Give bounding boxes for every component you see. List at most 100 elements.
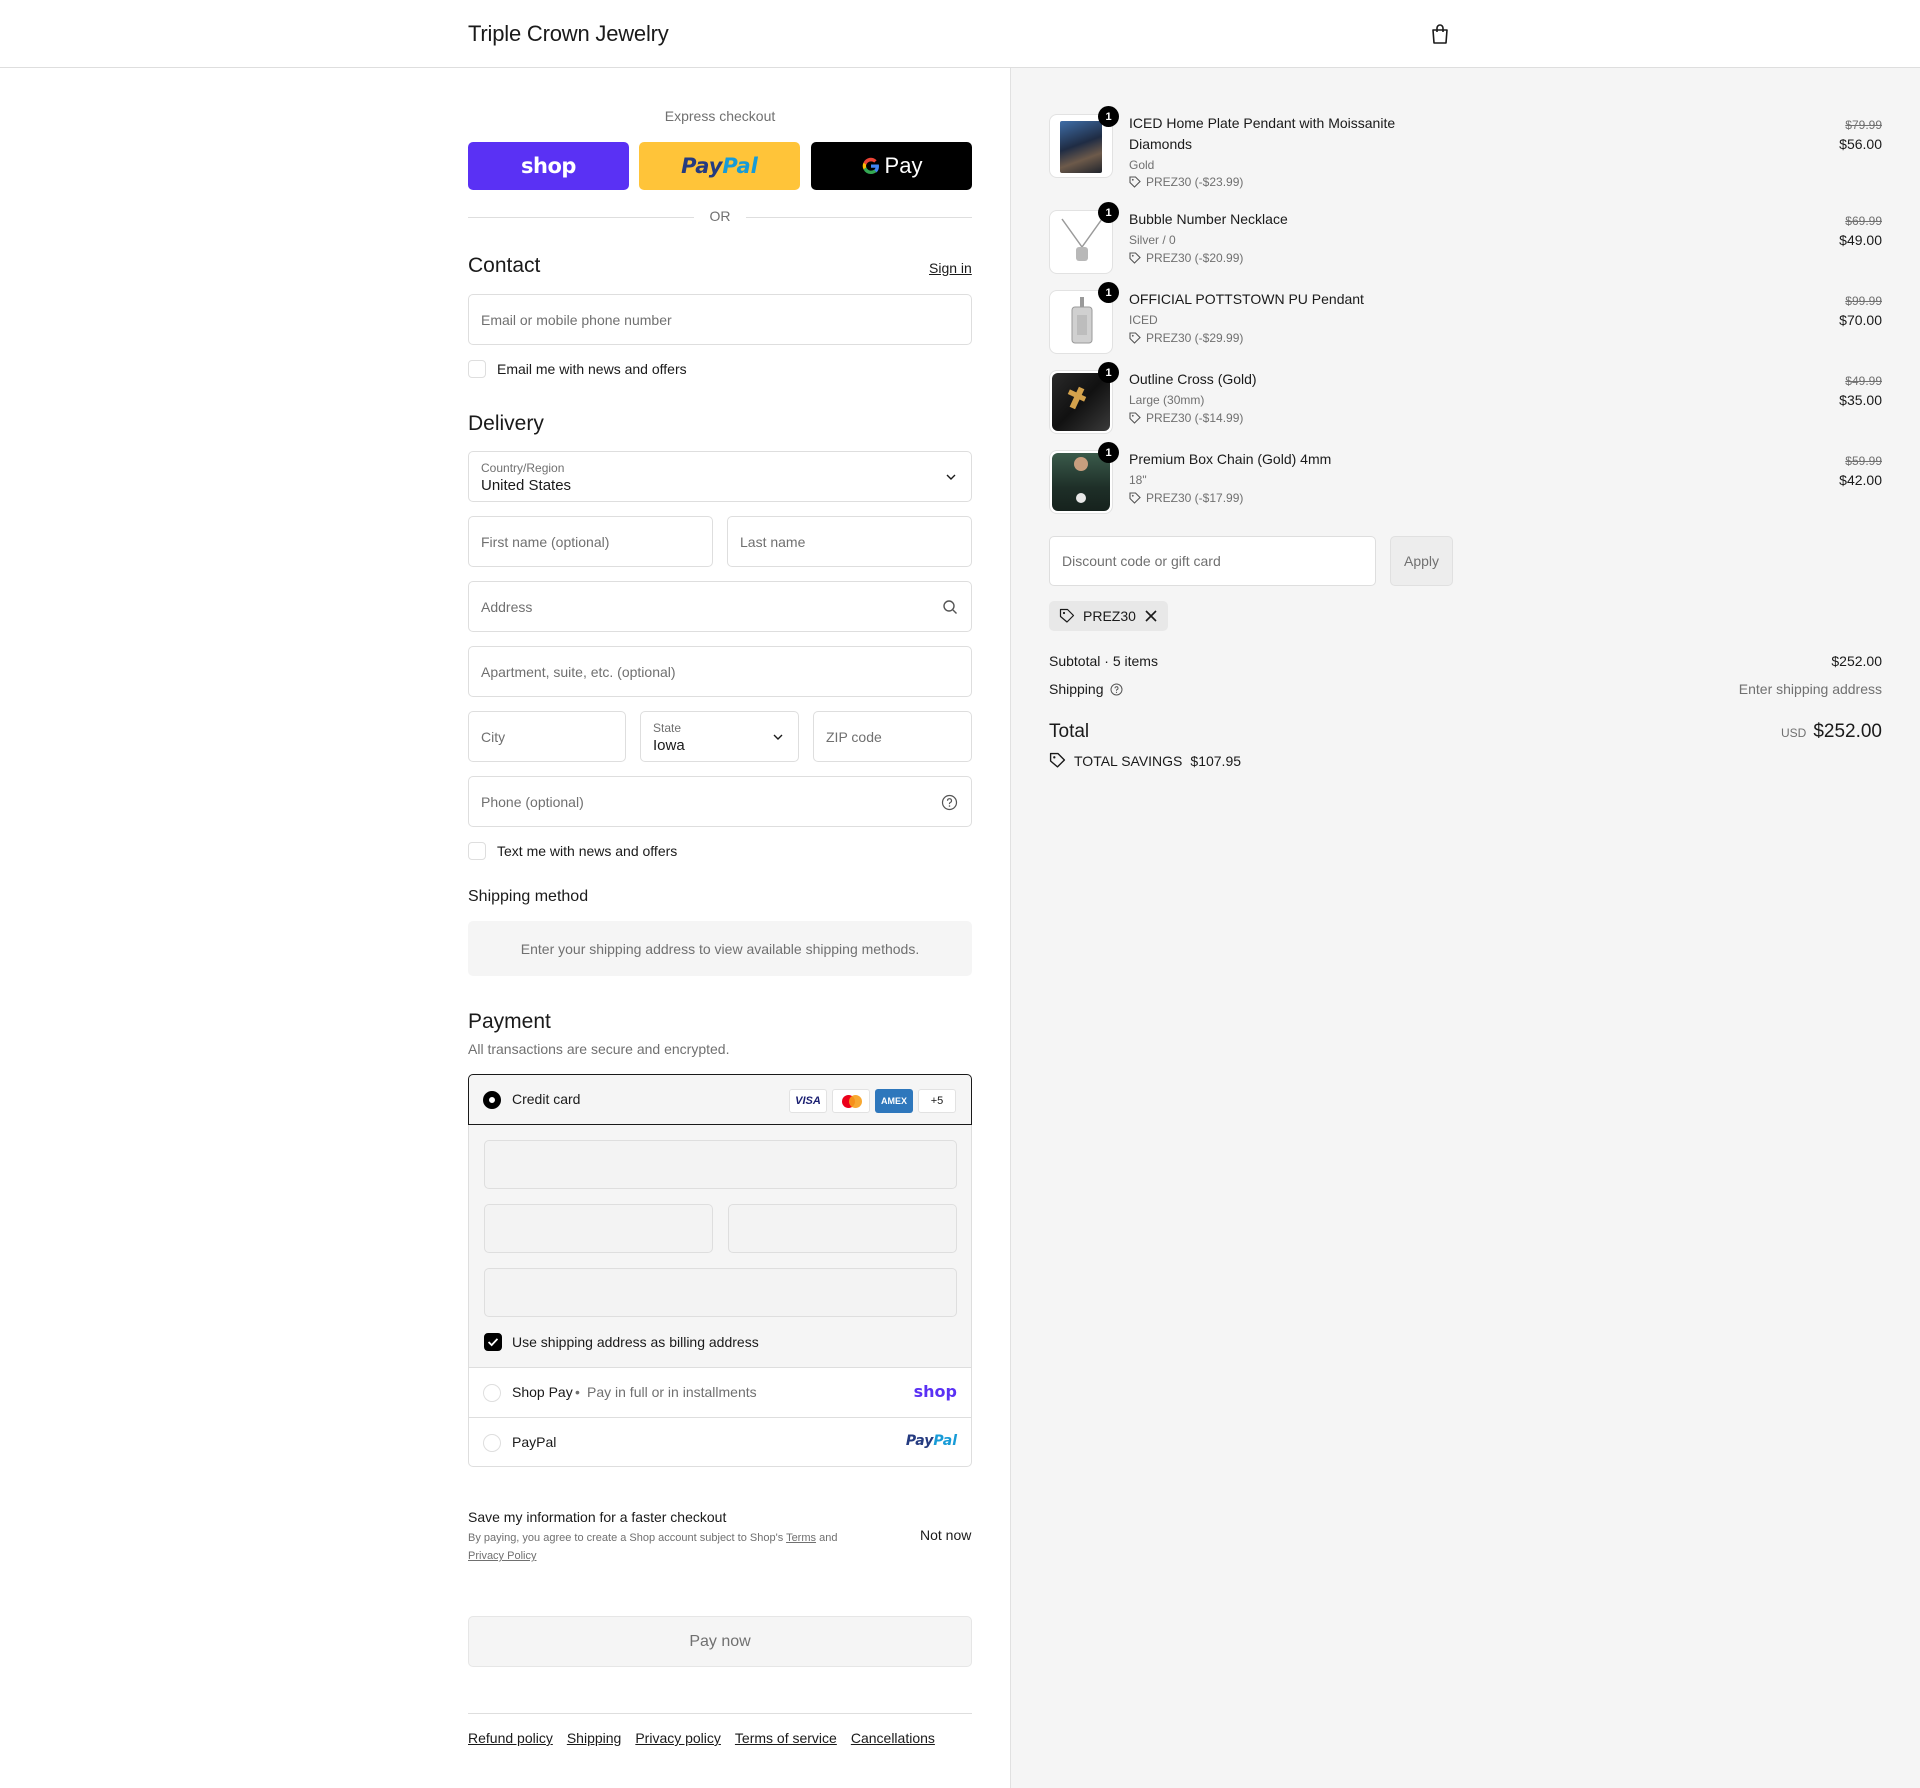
google-pay-express-button[interactable]: Pay — [811, 142, 972, 190]
apartment-placeholder: Apartment, suite, etc. (optional) — [481, 663, 676, 680]
total-label: Total — [1049, 721, 1090, 742]
item-price: $35.00 — [1839, 392, 1882, 408]
address-field[interactable]: Address — [468, 581, 972, 632]
product-image — [1052, 453, 1110, 511]
quantity-badge: 1 — [1098, 442, 1119, 463]
last-name-placeholder: Last name — [740, 533, 806, 550]
phone-field[interactable]: Phone (optional) — [468, 776, 972, 827]
shop-pay-subtext: Pay in full or in installments — [587, 1384, 757, 1400]
country-label: Country/Region — [481, 461, 565, 475]
item-original-price: $79.99 — [1845, 118, 1882, 132]
shop-pay-radio[interactable] — [483, 1384, 501, 1402]
quantity-badge: 1 — [1098, 282, 1119, 303]
apply-button[interactable]: Apply — [1390, 536, 1453, 586]
google-g-icon — [862, 157, 879, 175]
shipping-method-notice: Enter your shipping address to view avai… — [468, 921, 972, 976]
item-variant: Gold — [1129, 158, 1155, 172]
store-brand[interactable]: Triple Crown Jewelry — [468, 21, 669, 47]
shipping-link[interactable]: Shipping — [567, 1730, 622, 1746]
privacy-policy-footer-link[interactable]: Privacy policy — [635, 1730, 721, 1746]
divider-left — [468, 217, 694, 218]
item-price: $42.00 — [1839, 472, 1882, 488]
card-number-field[interactable] — [484, 1140, 957, 1189]
paypal-radio[interactable] — [483, 1434, 501, 1452]
product-image — [1052, 373, 1110, 431]
order-summary: 1 ICED Home Plate Pendant with Moissanit… — [1010, 68, 1920, 1788]
pay-now-button[interactable]: Pay now — [468, 1616, 972, 1667]
applied-discount-chip: PREZ30 — [1049, 601, 1168, 631]
item-variant: Silver / 0 — [1129, 233, 1176, 247]
help-circle-icon[interactable] — [941, 794, 958, 811]
footer-divider — [468, 1713, 972, 1714]
paypal-logo: PayPal — [681, 154, 758, 178]
shipping-method-message: Enter your shipping address to view avai… — [520, 940, 920, 957]
item-title: OFFICIAL POTTSTOWN PU Pendant — [1129, 291, 1364, 307]
item-price: $70.00 — [1839, 312, 1882, 328]
shopping-bag-icon[interactable] — [1428, 22, 1452, 46]
credit-card-option[interactable]: Credit card VISA AMEX +5 — [468, 1074, 972, 1125]
tag-icon — [1129, 252, 1141, 264]
shop-pay-label: Shop Pay — [512, 1384, 573, 1400]
or-divider-label: OR — [709, 208, 731, 224]
help-circle-icon[interactable] — [1110, 683, 1123, 696]
city-field[interactable]: City — [468, 711, 626, 762]
paypal-option[interactable]: PayPal PayPal — [468, 1417, 972, 1467]
card-cvv-field[interactable] — [728, 1204, 957, 1253]
discount-code-placeholder: Discount code or gift card — [1062, 553, 1221, 569]
shop-pay-express-button[interactable]: shop — [468, 142, 629, 190]
subtotal-value: $252.00 — [1831, 653, 1882, 669]
remove-discount-close-icon[interactable] — [1144, 609, 1158, 623]
tag-icon — [1049, 752, 1066, 768]
product-thumbnail: 1 — [1049, 202, 1119, 274]
country-select[interactable]: Country/Region United States — [468, 451, 972, 502]
email-field[interactable]: Email or mobile phone number — [468, 294, 972, 345]
item-original-price: $49.99 — [1845, 374, 1882, 388]
shop-logo: shop — [521, 154, 576, 178]
shop-pay-option[interactable]: Shop Pay • Pay in full or in installment… — [468, 1367, 972, 1417]
shop-pay-separator: • — [575, 1384, 580, 1400]
text-news-checkbox[interactable] — [468, 842, 486, 860]
total-savings-value: $107.95 — [1190, 752, 1242, 769]
first-name-field[interactable]: First name (optional) — [468, 516, 713, 567]
item-discount: PREZ30 (-$20.99) — [1129, 251, 1243, 265]
credit-card-radio[interactable] — [483, 1091, 501, 1109]
last-name-field[interactable]: Last name — [727, 516, 972, 567]
tag-icon — [1059, 608, 1075, 623]
chevron-down-icon — [773, 734, 783, 740]
item-discount: PREZ30 (-$29.99) — [1129, 331, 1243, 345]
not-now-button[interactable]: Not now — [920, 1527, 971, 1543]
payment-subtext: All transactions are secure and encrypte… — [468, 1041, 730, 1057]
billing-address-label: Use shipping address as billing address — [512, 1334, 759, 1350]
tag-icon — [1129, 412, 1141, 424]
paypal-express-button[interactable]: PayPal — [639, 142, 800, 190]
sign-in-link[interactable]: Sign in — [929, 260, 972, 276]
item-discount: PREZ30 (-$23.99) — [1129, 175, 1243, 189]
visa-icon: VISA — [789, 1089, 827, 1113]
item-title: Outline Cross (Gold) — [1129, 371, 1257, 387]
paypal-label: PayPal — [512, 1434, 557, 1450]
apartment-field[interactable]: Apartment, suite, etc. (optional) — [468, 646, 972, 697]
state-select[interactable]: State Iowa — [640, 711, 799, 762]
terms-of-service-link[interactable]: Terms of service — [735, 1730, 837, 1746]
subtotal-label: Subtotal · 5 items — [1049, 653, 1158, 669]
divider-right — [746, 217, 972, 218]
terms-link[interactable]: Terms — [786, 1532, 816, 1544]
item-variant: 18" — [1129, 473, 1147, 487]
privacy-policy-link[interactable]: Privacy Policy — [468, 1550, 536, 1562]
country-value: United States — [481, 477, 572, 494]
email-news-checkbox[interactable] — [468, 360, 486, 378]
zip-field[interactable]: ZIP code — [813, 711, 972, 762]
refund-policy-link[interactable]: Refund policy — [468, 1730, 553, 1746]
card-name-field[interactable] — [484, 1268, 957, 1317]
item-original-price: $69.99 — [1845, 214, 1882, 228]
more-card-brands: +5 — [918, 1089, 956, 1113]
amex-icon: AMEX — [875, 1089, 913, 1113]
card-expiry-field[interactable] — [484, 1204, 713, 1253]
discount-code-field[interactable]: Discount code or gift card — [1049, 536, 1376, 586]
billing-address-checkbox[interactable] — [484, 1333, 502, 1351]
cancellations-link[interactable]: Cancellations — [851, 1730, 935, 1746]
gpay-label: Pay — [884, 153, 923, 178]
shipping-method-heading: Shipping method — [468, 888, 589, 905]
item-title: Bubble Number Necklace — [1129, 211, 1288, 227]
email-placeholder: Email or mobile phone number — [481, 311, 672, 328]
